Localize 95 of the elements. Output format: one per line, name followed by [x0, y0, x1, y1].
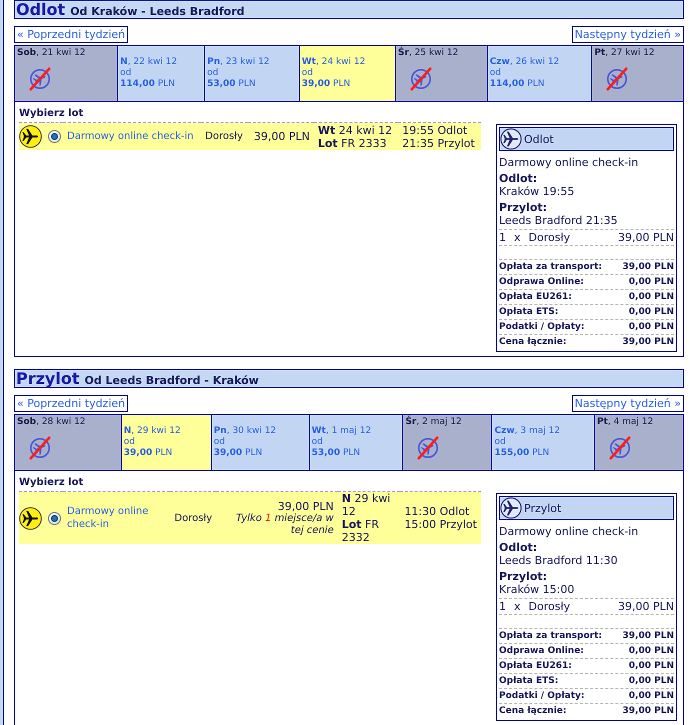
passenger-amount: 39,00 PLN: [618, 231, 674, 244]
fee-label: Opłata za transport:: [499, 261, 602, 274]
departure-info: Leeds Bradford 11:30: [499, 554, 619, 567]
arrival-time: 15:00 Przylot: [404, 518, 477, 531]
radio-button[interactable]: [48, 130, 61, 143]
day-option[interactable]: N, 29 kwi 12 od 39,00 PLN: [121, 414, 212, 470]
fee-amount: 0,00 PLN: [628, 645, 674, 658]
crossed-plane-icon: [27, 66, 53, 92]
section-title: Odlot: [16, 1, 66, 18]
fee-amount: 0,00 PLN: [628, 321, 674, 334]
crossed-plane-icon: [604, 66, 630, 92]
departure-time: 11:30 Odlot: [404, 505, 470, 518]
fare-name: Darmowy online check-in: [499, 156, 640, 169]
next-week-link[interactable]: Następny tydzień »: [572, 26, 684, 43]
fee-amount: 0,00 PLN: [628, 660, 674, 673]
departure-label: Odlot:: [499, 172, 538, 185]
next-week-link[interactable]: Następny tydzień »: [572, 395, 684, 412]
summary-title: Odlot: [524, 132, 554, 146]
plane-icon: [500, 128, 522, 150]
passenger-amount: 39,00 PLN: [618, 600, 674, 613]
day-option[interactable]: Wt, 1 maj 12 od 53,00 PLN: [309, 414, 403, 470]
day-label: Sob, 21 kwi 12: [17, 48, 87, 59]
flight-number: Lot FR 2333: [318, 136, 388, 150]
summary-title: Przylot: [524, 502, 562, 514]
choose-flight-heading: Wybierz lot: [19, 107, 84, 121]
plane-icon: [500, 497, 522, 519]
fee-label: Odprawa Online:: [499, 276, 584, 289]
arrival-info: Kraków 15:00: [499, 583, 576, 596]
day-label: Śr, 2 maj 12: [405, 417, 463, 428]
route-title: Od Leeds Bradford - Kraków: [84, 373, 259, 389]
fee-amount: 0,00 PLN: [628, 690, 674, 703]
fare-price: 39,00 PLN: [252, 130, 310, 143]
fee-label: Odprawa Online:: [499, 645, 584, 658]
multiply-sign: x: [514, 231, 521, 244]
fee-label: Opłata EU261:: [499, 660, 572, 673]
passenger-type: Dorosły: [528, 600, 570, 613]
departure-time: 19:55 Odlot: [402, 124, 468, 136]
fee-label: Podatki / Opłaty:: [499, 321, 584, 334]
radio-button[interactable]: [48, 512, 61, 524]
day-option[interactable]: N, 22 kwi 12 od 114,00 PLN: [118, 46, 205, 102]
crossed-plane-icon: [27, 435, 53, 461]
arrival-info: Leeds Bradford 21:35: [499, 214, 619, 227]
plane-icon: [19, 125, 42, 148]
fare-link[interactable]: Darmowy online check-in: [67, 130, 198, 143]
flight-number: Lot FR 2332: [342, 518, 380, 544]
fare-link[interactable]: Darmowy online check-in: [67, 505, 166, 531]
previous-week-link[interactable]: « Poprzedni tydzień: [14, 395, 128, 412]
day-option[interactable]: Pn, 30 kwi 12 od 39,00 PLN: [211, 414, 310, 470]
flight-date: N 29 kwi 12: [342, 492, 392, 518]
fee-amount: 39,00 PLN: [622, 705, 674, 718]
fee-amount: 39,00 PLN: [622, 336, 674, 349]
fee-label: Podatki / Opłaty:: [499, 690, 584, 703]
day-label: Pt, 4 maj 12: [596, 417, 654, 428]
day-option[interactable]: Czw, 26 kwi 12 od 114,00 PLN: [487, 46, 592, 102]
fee-label: Opłata za transport:: [499, 630, 602, 643]
day-label: Pt, 27 kwi 12: [594, 48, 656, 59]
crossed-plane-icon: [415, 435, 442, 461]
section-title: Przylot: [16, 370, 80, 387]
day-label: Sob, 28 kwi 12: [17, 417, 87, 428]
passenger-type: Dorosły: [174, 512, 212, 524]
departure-label: Odlot:: [499, 541, 538, 554]
fee-label: Opłata EU261:: [499, 291, 572, 304]
fee-amount: 0,00 PLN: [628, 291, 674, 304]
fee-amount: 39,00 PLN: [622, 261, 674, 274]
multiply-sign: x: [514, 600, 521, 613]
departure-info: Kraków 19:55: [499, 185, 576, 198]
fare-name: Darmowy online check-in: [499, 525, 640, 538]
day-label: Śr, 25 kwi 12: [398, 48, 460, 59]
arrival-label: Przylot:: [499, 570, 548, 583]
day-option[interactable]: Wt, 24 kwi 12 od 39,00 PLN: [299, 46, 396, 102]
fare-price: 39,00 PLN: [276, 500, 334, 512]
fee-label: Cena łącznie:: [499, 336, 567, 349]
choose-flight-heading: Wybierz lot: [19, 476, 84, 490]
crossed-plane-icon: [606, 435, 633, 461]
passenger-type: Dorosły: [205, 131, 243, 142]
day-option[interactable]: Pn, 23 kwi 12 od 53,00 PLN: [204, 46, 300, 102]
arrival-time: 21:35 Przylot: [402, 136, 476, 150]
passenger-count: 1: [499, 231, 506, 244]
availability-note: Tylko 1 miejsce/a w tej cenie: [234, 512, 334, 536]
passenger-type: Dorosły: [528, 231, 570, 244]
fee-amount: 0,00 PLN: [628, 306, 674, 319]
previous-week-link[interactable]: « Poprzedni tydzień: [14, 26, 128, 43]
flight-date: Wt 24 kwi 12: [318, 124, 394, 136]
fee-amount: 0,00 PLN: [628, 675, 674, 688]
fee-amount: 0,00 PLN: [628, 276, 674, 289]
route-title: Od Kraków - Leeds Bradford: [70, 4, 245, 20]
passenger-count: 1: [499, 600, 506, 613]
fee-amount: 39,00 PLN: [622, 630, 674, 643]
crossed-plane-icon: [408, 66, 434, 92]
fee-label: Opłata ETS:: [499, 306, 558, 319]
plane-icon: [19, 506, 42, 530]
fee-label: Opłata ETS:: [499, 675, 558, 688]
arrival-label: Przylot:: [499, 201, 548, 214]
day-option[interactable]: Czw, 3 maj 12 od 155,00 PLN: [492, 414, 594, 470]
fee-label: Cena łącznie:: [499, 705, 567, 718]
